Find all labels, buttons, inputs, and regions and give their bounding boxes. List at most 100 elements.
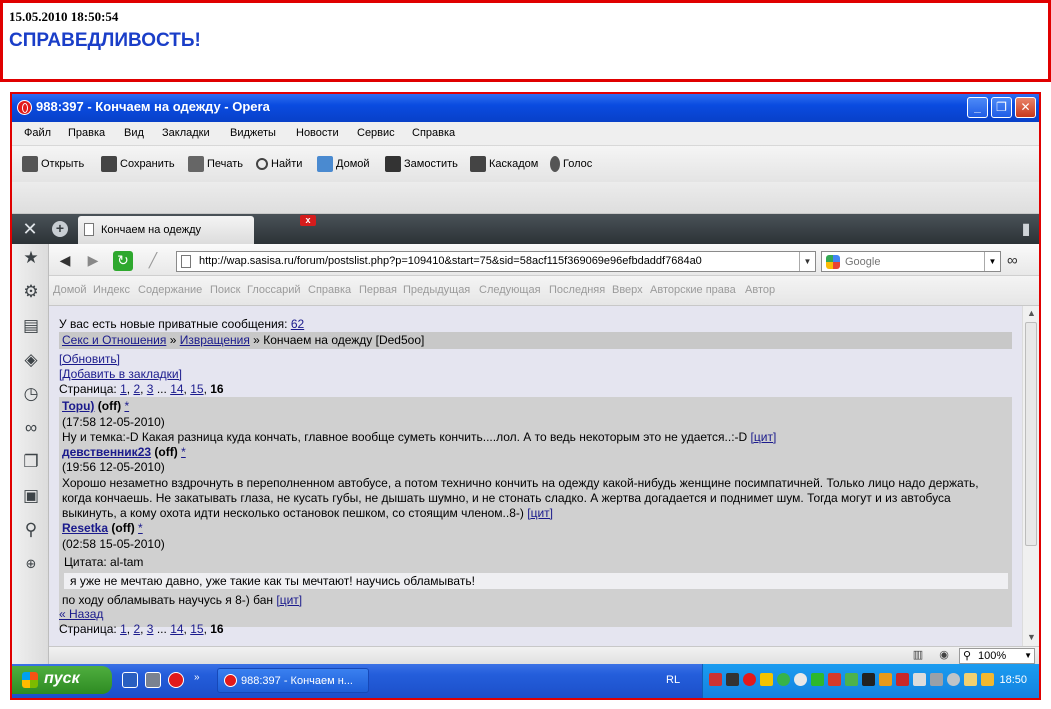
tray-icon[interactable] [777,673,790,686]
zoom-select[interactable]: ⚲ 100% ▼ [959,648,1035,664]
tray-icon[interactable] [743,673,756,686]
nav-contents[interactable]: Содержание [138,284,202,296]
reload-icon[interactable]: ↻ [113,251,133,271]
tray-icon[interactable] [947,673,960,686]
back-link[interactable]: « Назад [59,607,103,621]
nav-previous[interactable]: Предыдущая [403,284,470,296]
taskbar-opera-item[interactable]: 988:397 - Кончаем н... [217,668,369,693]
star-icon[interactable]: ★ [21,248,41,268]
new-tab-button[interactable]: + [52,221,68,237]
vertical-scrollbar[interactable]: ▲ ▼ [1022,306,1039,646]
refresh-link[interactable]: [Обновить] [59,352,120,366]
private-count-link[interactable]: 62 [291,317,304,331]
close-button[interactable]: ✕ [1015,97,1036,118]
clock-icon[interactable]: ◷ [21,384,41,404]
language-indicator[interactable]: RL [666,674,680,686]
tray-icon[interactable] [862,673,875,686]
search-icon[interactable]: ⚲ [21,520,41,540]
nav-search[interactable]: Поиск [210,284,240,296]
scroll-down-icon[interactable]: ▼ [1027,632,1036,642]
url-field[interactable]: http://wap.sasisa.ru/forum/postslist.php… [176,251,816,272]
printer-icon[interactable] [145,672,161,688]
cascade-button[interactable]: Каскадом [470,155,538,173]
page-link-14[interactable]: 14 [170,622,183,636]
scroll-thumb[interactable] [1025,322,1037,546]
search-dropdown-icon[interactable]: ▼ [984,252,1000,271]
menu-news[interactable]: Новости [296,127,339,139]
breadcrumb-sex[interactable]: Секс и Отношения [62,333,166,347]
tab-close-icon[interactable]: x [300,215,316,226]
page-link-1[interactable]: 1 [120,622,127,636]
nav-up[interactable]: Вверх [612,284,643,296]
nav-glossary[interactable]: Глоссарий [247,284,301,296]
tray-icon[interactable] [811,673,824,686]
transfers-icon[interactable]: ▣ [21,486,41,506]
nav-help[interactable]: Справка [308,284,351,296]
tools-icon[interactable]: ✕ [12,214,48,244]
voice-button[interactable]: Голос [550,155,592,173]
nav-next[interactable]: Следующая [479,284,541,296]
menu-edit[interactable]: Правка [68,127,105,139]
add-panel-icon[interactable]: ⊕ [21,554,41,574]
tray-icon[interactable] [794,673,807,686]
page-link-15[interactable]: 15 [190,382,203,396]
scroll-up-icon[interactable]: ▲ [1027,308,1036,318]
tray-icon[interactable] [930,673,943,686]
tray-icon[interactable] [760,673,773,686]
tray-icon[interactable] [828,673,841,686]
breadcrumb-perversions[interactable]: Извращения [180,333,250,347]
menu-tools[interactable]: Сервис [357,127,395,139]
minimize-button[interactable]: _ [967,97,988,118]
nav-author[interactable]: Автор [745,284,775,296]
nav-home[interactable]: Домой [53,284,87,296]
tray-icon[interactable] [964,673,977,686]
gear-icon[interactable]: ⚙ [21,282,41,302]
maximize-button[interactable]: ❐ [991,97,1012,118]
page-link-15[interactable]: 15 [190,622,203,636]
menu-view[interactable]: Вид [124,127,144,139]
save-icon[interactable] [122,672,138,688]
opera-logo-icon[interactable] [168,672,184,688]
window-titlebar[interactable]: 988:397 - Кончаем на одежду - Opera _ ❐ … [12,94,1039,122]
home-button[interactable]: Домой [317,155,370,173]
page-link-1[interactable]: 1 [120,382,127,396]
post-3-cite-link[interactable]: [цит] [276,593,302,607]
forward-arrow-icon[interactable]: ▶ [83,251,103,271]
tray-icon[interactable] [726,673,739,686]
nav-copyright[interactable]: Авторские права [650,284,736,296]
tray-icon[interactable] [981,673,994,686]
find-button[interactable]: Найти [256,155,302,173]
menu-bookmarks[interactable]: Закладки [162,127,210,139]
glasses-icon[interactable]: ∞ [1007,252,1018,269]
post-1-star[interactable]: * [124,399,129,413]
trash-icon[interactable]: ▮ [1019,219,1033,238]
menu-widgets[interactable]: Виджеты [230,127,276,139]
nav-first[interactable]: Первая [359,284,397,296]
add-bookmark-link[interactable]: [Добавить в закладки] [59,367,182,381]
tile-button[interactable]: Замостить [385,155,458,173]
mail-icon[interactable]: ▤ [21,316,41,336]
nav-index[interactable]: Индекс [93,284,130,296]
start-button[interactable]: пуск [12,666,112,694]
camera-icon[interactable]: ◉ [935,648,953,663]
page-link-3[interactable]: 3 [147,382,154,396]
post-3-star[interactable]: * [138,521,143,535]
page-link-14[interactable]: 14 [170,382,183,396]
page-link-2[interactable]: 2 [133,622,140,636]
menu-help[interactable]: Справка [412,127,455,139]
menu-file[interactable]: Файл [24,127,51,139]
search-field[interactable]: ▼ [821,251,1001,272]
post-2-cite-link[interactable]: [цит] [527,506,553,520]
search-input[interactable] [845,254,975,269]
nav-last[interactable]: Последняя [549,284,605,296]
expand-icon[interactable]: » [194,672,210,688]
feed-icon[interactable]: ◈ [21,350,41,370]
tray-icon[interactable] [879,673,892,686]
tray-icon[interactable] [845,673,858,686]
open-button[interactable]: Открыть [22,155,84,173]
post-2-author[interactable]: девственник23 [62,445,151,459]
url-dropdown-icon[interactable]: ▼ [799,252,815,271]
tray-icon[interactable] [896,673,909,686]
tab-current[interactable]: Кончаем на одежду x [78,215,316,244]
windows-icon[interactable]: ❐ [21,452,41,472]
